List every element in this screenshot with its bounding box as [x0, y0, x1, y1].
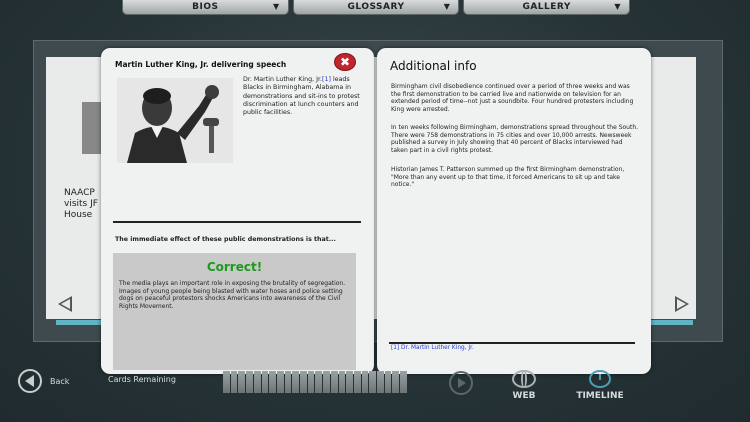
cards-remaining-label: Cards Remaining	[108, 375, 176, 384]
mlk-photo	[117, 78, 233, 163]
nav-glossary-label: GLOSSARY	[347, 2, 405, 12]
background-card-caption: NAACP visits JF House	[64, 188, 98, 220]
close-button[interactable]: ✖	[335, 54, 355, 70]
top-nav: BIOS ▼ GLOSSARY ▼ GALLERY ▼	[122, 0, 631, 15]
divider	[389, 342, 635, 344]
web-button[interactable]: WEB	[505, 370, 543, 401]
previous-card-arrow-icon[interactable]	[58, 296, 72, 312]
info-title: Additional info	[390, 59, 477, 73]
chevron-down-icon: ▼	[273, 2, 280, 11]
progress-strip-right	[651, 320, 693, 325]
globe-icon	[512, 370, 536, 388]
clock-icon	[589, 370, 611, 388]
result-label: Correct!	[206, 260, 263, 274]
info-paragraph: In ten weeks following Birmingham, demon…	[391, 124, 639, 155]
close-icon: ✖	[339, 55, 351, 69]
nav-bios-dropdown[interactable]: BIOS ▼	[122, 0, 289, 15]
card-description: Dr. Martin Luther King, Jr.[1] leads Bla…	[243, 76, 361, 117]
description-text: Dr. Martin Luther King, Jr.	[243, 76, 323, 83]
question-text: The immediate effect of these public dem…	[115, 236, 336, 243]
cards-remaining-bar	[223, 371, 407, 393]
timeline-button[interactable]: TIMELINE	[570, 370, 630, 401]
progress-strip-left	[56, 320, 102, 325]
chevron-down-icon: ▼	[614, 2, 622, 11]
divider	[113, 221, 361, 223]
back-label: Back	[50, 376, 70, 386]
nav-gallery-dropdown[interactable]: GALLERY ▼	[463, 0, 631, 15]
nav-gallery-label: GALLERY	[522, 2, 571, 12]
nav-bios-label: BIOS	[192, 2, 219, 12]
reference-link[interactable]: [1] Dr. Martin Luther King, Jr.	[391, 345, 474, 351]
timeline-label: TIMELINE	[576, 391, 624, 401]
next-card-arrow-icon[interactable]	[675, 296, 689, 312]
reference-link[interactable]: [1]	[322, 76, 331, 83]
additional-info-panel: Additional info Birmingham civil disobed…	[377, 48, 651, 374]
answer-text: The media plays an important role in exp…	[119, 280, 346, 310]
answer-box: Correct! The media plays an important ro…	[113, 253, 356, 370]
info-paragraph: Historian James T. Patterson summed up t…	[391, 166, 625, 189]
back-arrow-icon	[18, 369, 42, 393]
info-paragraph: Birmingham civil disobedience continued …	[391, 83, 634, 114]
back-button[interactable]: Back	[18, 369, 69, 393]
card-title: Martin Luther King, Jr. delivering speec…	[115, 60, 287, 69]
play-icon[interactable]	[449, 371, 473, 395]
flashcard-panel: Martin Luther King, Jr. delivering speec…	[101, 48, 374, 374]
nav-glossary-dropdown[interactable]: GLOSSARY ▼	[292, 0, 460, 15]
web-label: WEB	[512, 391, 536, 401]
chevron-down-icon: ▼	[443, 2, 451, 11]
